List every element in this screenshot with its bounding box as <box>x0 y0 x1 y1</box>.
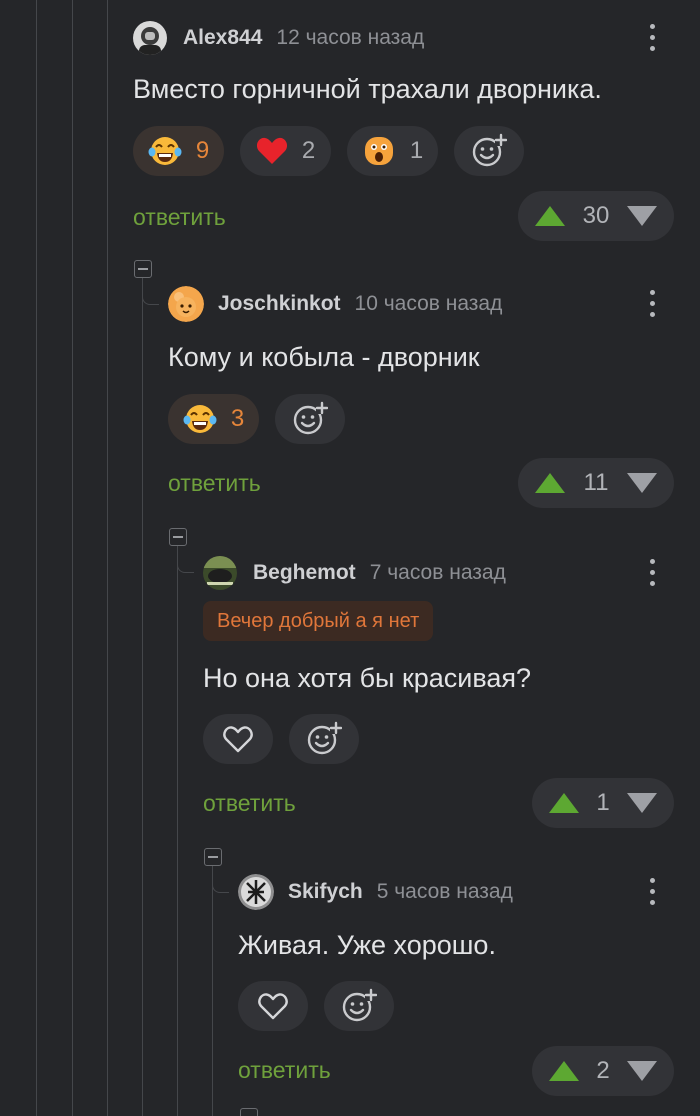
comment: Joschkinkot 10 часов назад Кому и кобыла… <box>168 284 700 514</box>
reaction-count: 9 <box>195 137 210 164</box>
collapse-thread-button[interactable] <box>204 848 222 866</box>
avatar-image <box>168 286 204 322</box>
more-options-icon[interactable] <box>642 557 662 589</box>
avatar[interactable] <box>203 556 237 590</box>
reaction-count: 1 <box>409 137 424 164</box>
reaction-laugh-button[interactable]: 9 <box>133 126 224 176</box>
downvote-icon[interactable] <box>626 792 658 814</box>
add-reaction-button[interactable] <box>324 981 394 1031</box>
username[interactable]: Skifych <box>288 880 363 904</box>
collapse-thread-button[interactable] <box>134 260 152 278</box>
rating-score: 30 <box>582 202 610 229</box>
thread-line <box>72 0 73 1116</box>
username[interactable]: Alex844 <box>183 26 262 50</box>
comment: Skifych 5 часов назад Живая. Уже хорошо.… <box>238 872 700 1102</box>
reaction-count: 3 <box>230 405 245 432</box>
thread-line <box>36 0 37 1116</box>
vote-widget: 11 <box>518 458 674 508</box>
add-reaction-icon <box>293 401 328 435</box>
reply-link[interactable]: ответить <box>238 1057 331 1084</box>
thread-connector <box>177 546 194 573</box>
reply-link[interactable]: ответить <box>133 204 226 231</box>
comment-text: Живая. Уже хорошо. <box>238 930 496 960</box>
laugh-tears-emoji-icon <box>183 405 217 433</box>
comment-text: Вместо горничной трахали дворника. <box>133 74 602 104</box>
more-options-icon[interactable] <box>642 22 662 54</box>
comment-header: Alex844 12 часов назад <box>133 18 424 58</box>
username[interactable]: Beghemot <box>253 561 356 585</box>
rating-score: 11 <box>583 469 609 496</box>
upvote-icon[interactable] <box>548 1060 580 1082</box>
add-reaction-icon <box>472 133 507 167</box>
add-reaction-button[interactable] <box>454 126 524 176</box>
timestamp[interactable]: 5 часов назад <box>377 880 513 904</box>
collapse-thread-button[interactable] <box>240 1108 258 1116</box>
comment-header: Skifych 5 часов назад <box>238 872 513 912</box>
comment-text: Кому и кобыла - дворник <box>168 342 480 372</box>
add-reaction-icon <box>342 988 377 1022</box>
add-reaction-button[interactable] <box>275 394 345 444</box>
vote-widget: 1 <box>532 778 674 828</box>
add-reaction-icon <box>307 721 342 755</box>
upvote-icon[interactable] <box>534 472 566 494</box>
thread-line <box>177 546 178 1116</box>
comment-header: Beghemot 7 часов назад <box>203 553 506 593</box>
reaction-shocked-button[interactable]: 1 <box>347 126 438 176</box>
thread-line <box>107 0 108 1116</box>
upvote-icon[interactable] <box>534 205 566 227</box>
reply-link[interactable]: ответить <box>203 790 296 817</box>
more-options-icon[interactable] <box>642 288 662 320</box>
timestamp[interactable]: 12 часов назад <box>276 26 424 50</box>
more-options-icon[interactable] <box>642 876 662 908</box>
user-note-badge: Вечер добрый а я нет <box>203 601 434 641</box>
thread-connector <box>142 278 159 305</box>
comment-header: Joschkinkot 10 часов назад <box>168 284 502 324</box>
vote-widget: 2 <box>532 1046 674 1096</box>
vote-widget: 30 <box>518 191 674 241</box>
laugh-tears-emoji-icon <box>148 137 182 165</box>
downvote-icon[interactable] <box>626 205 658 227</box>
reaction-count: 2 <box>301 137 316 164</box>
comment-text: Но она хотя бы красивая? <box>203 663 532 693</box>
avatar-image <box>238 874 274 910</box>
add-reaction-button[interactable] <box>289 714 359 764</box>
timestamp[interactable]: 10 часов назад <box>355 292 503 316</box>
avatar-image <box>133 21 167 55</box>
avatar[interactable] <box>168 286 204 322</box>
like-heart-button[interactable] <box>238 981 308 1031</box>
timestamp[interactable]: 7 часов назад <box>370 561 506 585</box>
reply-link[interactable]: ответить <box>168 470 261 497</box>
avatar[interactable] <box>238 874 274 910</box>
rating-score: 2 <box>596 1057 610 1084</box>
comment: Beghemot 7 часов назад Вечер добрый а я … <box>203 553 700 833</box>
comment: Alex844 12 часов назад Вместо горничной … <box>133 18 700 248</box>
heart-outline-icon <box>258 993 288 1020</box>
downvote-icon[interactable] <box>626 472 658 494</box>
thread-line <box>212 866 213 1116</box>
shocked-emoji-icon <box>364 137 393 165</box>
rating-score: 1 <box>596 789 610 816</box>
heart-emoji-icon <box>256 137 287 164</box>
heart-outline-icon <box>223 726 253 753</box>
username[interactable]: Joschkinkot <box>218 292 341 316</box>
collapse-thread-button[interactable] <box>169 528 187 546</box>
downvote-icon[interactable] <box>626 1060 658 1082</box>
thread-line <box>142 278 143 1116</box>
reaction-laugh-button[interactable]: 3 <box>168 394 259 444</box>
avatar[interactable] <box>133 21 167 55</box>
avatar-image <box>203 556 237 590</box>
reaction-heart-button[interactable]: 2 <box>240 126 331 176</box>
like-heart-button[interactable] <box>203 714 273 764</box>
upvote-icon[interactable] <box>548 792 580 814</box>
thread-connector <box>212 866 229 893</box>
